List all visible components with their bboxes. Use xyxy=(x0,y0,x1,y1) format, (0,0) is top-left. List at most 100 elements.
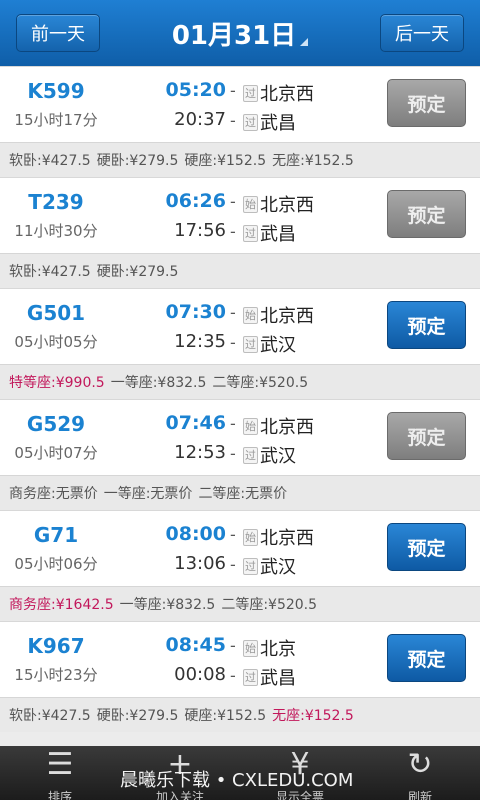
train-row[interactable]: G529 05小时07分 07:46 12:53 - - 始 北京西 过 武汉 … xyxy=(0,399,480,475)
arrival-station-name: 武昌 xyxy=(260,224,296,245)
seat-price: 软卧:¥427.5 xyxy=(9,153,91,169)
station-type-badge: 过 xyxy=(243,84,258,102)
book-button[interactable]: 预定 xyxy=(387,412,466,460)
train-row[interactable]: K967 15小时23分 08:45 00:08 - - 始 北京 过 武昌 预… xyxy=(0,621,480,697)
book-button[interactable]: 预定 xyxy=(387,523,466,571)
departure-station: 过 北京西 xyxy=(243,80,314,106)
departure-time: 08:45 xyxy=(165,634,226,656)
departure-station-name: 北京 xyxy=(260,639,296,660)
train-number: G529 xyxy=(26,412,86,436)
dash-separator: - xyxy=(230,111,236,130)
seat-price: 二等座:¥520.5 xyxy=(221,597,318,613)
departure-station-name: 北京西 xyxy=(260,195,314,216)
price-row: 软卧:¥427.5 硬卧:¥279.5 硬座:¥152.5 无座:¥152.5 xyxy=(0,142,480,177)
dash-separator: - xyxy=(230,333,236,352)
dash-separator: - xyxy=(230,192,236,211)
departure-time: 08:00 xyxy=(165,523,226,545)
departure-station: 始 北京西 xyxy=(243,413,314,439)
departure-station: 始 北京西 xyxy=(243,191,314,217)
seat-price: 无座:¥152.5 xyxy=(272,708,354,724)
dash-separator: - xyxy=(230,636,236,655)
book-button[interactable]: 预定 xyxy=(387,79,466,127)
arrival-station: 过 武昌 xyxy=(243,220,296,246)
train-duration: 11小时30分 xyxy=(14,222,98,240)
station-type-badge: 始 xyxy=(243,528,258,546)
price-row: 软卧:¥427.5 硬卧:¥279.5 硬座:¥152.5 无座:¥152.5 xyxy=(0,697,480,732)
station-type-badge: 始 xyxy=(243,417,258,435)
toolbar-item-label: 刷新 xyxy=(407,790,432,800)
header-bar: 前一天 01月31日 后一天 xyxy=(0,0,480,66)
toolbar-item-refresh[interactable]: ↻ 刷新 xyxy=(360,746,480,800)
dash-separator: - xyxy=(230,414,236,433)
seat-price: 商务座:无票价 xyxy=(9,486,98,502)
train-number: K967 xyxy=(27,634,85,658)
train-row[interactable]: G501 05小时05分 07:30 12:35 - - 始 北京西 过 武汉 … xyxy=(0,288,480,364)
station-type-badge: 始 xyxy=(243,306,258,324)
refresh-icon: ↻ xyxy=(407,746,433,782)
date-selector[interactable]: 01月31日 xyxy=(172,15,309,52)
arrival-station: 过 武汉 xyxy=(243,553,296,579)
seat-price: 无座:¥152.5 xyxy=(272,153,354,169)
station-type-badge: 过 xyxy=(243,668,258,686)
seat-price: 硬座:¥152.5 xyxy=(184,153,267,169)
arrival-time: 20:37 xyxy=(174,109,226,130)
arrival-station-name: 武汉 xyxy=(260,335,296,356)
dash-separator: - xyxy=(230,222,236,241)
train-row[interactable]: K599 15小时17分 05:20 20:37 - - 过 北京西 过 武昌 … xyxy=(0,66,480,142)
departure-time: 05:20 xyxy=(165,79,226,101)
book-button[interactable]: 预定 xyxy=(387,301,466,349)
arrival-time: 13:06 xyxy=(174,553,226,574)
seat-price: 一等座:¥832.5 xyxy=(119,597,216,613)
arrival-station: 过 武汉 xyxy=(243,442,296,468)
price-row: 软卧:¥427.5 硬卧:¥279.5 xyxy=(0,253,480,288)
dash-separator: - xyxy=(230,444,236,463)
arrival-time: 00:08 xyxy=(174,664,226,685)
train-duration: 05小时06分 xyxy=(14,555,98,573)
station-type-badge: 过 xyxy=(243,113,258,131)
station-type-badge: 始 xyxy=(243,195,258,213)
station-type-badge: 过 xyxy=(243,224,258,242)
sort-icon: ☰ xyxy=(46,746,74,782)
departure-time: 06:26 xyxy=(165,190,226,212)
dash-separator: - xyxy=(230,555,236,574)
departure-station-name: 北京西 xyxy=(260,306,314,327)
train-row[interactable]: G71 05小时06分 08:00 13:06 - - 始 北京西 过 武汉 预… xyxy=(0,510,480,586)
arrival-station-name: 武昌 xyxy=(260,668,296,689)
seat-price: 二等座:无票价 xyxy=(198,486,288,502)
arrival-time: 12:53 xyxy=(174,442,226,463)
seat-price: 特等座:¥990.5 xyxy=(9,375,105,391)
book-button[interactable]: 预定 xyxy=(387,190,466,238)
arrival-station: 过 武汉 xyxy=(243,331,296,357)
station-type-badge: 过 xyxy=(243,335,258,353)
price-row: 商务座:无票价 一等座:无票价 二等座:无票价 xyxy=(0,475,480,510)
toolbar-item-sort[interactable]: ☰ 排序 xyxy=(0,746,120,800)
departure-station: 始 北京 xyxy=(243,635,296,661)
arrival-station-name: 武汉 xyxy=(260,446,296,467)
dropdown-corner-icon xyxy=(300,37,309,46)
arrival-station: 过 武昌 xyxy=(243,664,296,690)
train-duration: 15小时17分 xyxy=(14,111,98,129)
seat-price: 二等座:¥520.5 xyxy=(212,375,309,391)
station-type-badge: 过 xyxy=(243,446,258,464)
arrival-station-name: 武汉 xyxy=(260,557,296,578)
dash-separator: - xyxy=(230,81,236,100)
train-duration: 05小时05分 xyxy=(14,333,98,351)
train-row[interactable]: T239 11小时30分 06:26 17:56 - - 始 北京西 过 武昌 … xyxy=(0,177,480,253)
toolbar-item-label: 排序 xyxy=(47,790,72,800)
arrival-station: 过 武昌 xyxy=(243,109,296,135)
departure-station-name: 北京西 xyxy=(260,528,314,549)
departure-station-name: 北京西 xyxy=(260,417,314,438)
train-number: G501 xyxy=(26,301,86,325)
seat-price: 硬卧:¥279.5 xyxy=(96,153,179,169)
dash-separator: - xyxy=(230,525,236,544)
next-day-button[interactable]: 后一天 xyxy=(380,14,464,52)
dash-separator: - xyxy=(230,666,236,685)
prev-day-button[interactable]: 前一天 xyxy=(16,14,100,52)
book-button[interactable]: 预定 xyxy=(387,634,466,682)
price-row: 商务座:¥1642.5 一等座:¥832.5 二等座:¥520.5 xyxy=(0,586,480,621)
seat-price: 一等座:¥832.5 xyxy=(110,375,207,391)
station-type-badge: 始 xyxy=(243,639,258,657)
departure-station: 始 北京西 xyxy=(243,302,314,328)
train-list[interactable]: K599 15小时17分 05:20 20:37 - - 过 北京西 过 武昌 … xyxy=(0,66,480,746)
station-type-badge: 过 xyxy=(243,557,258,575)
